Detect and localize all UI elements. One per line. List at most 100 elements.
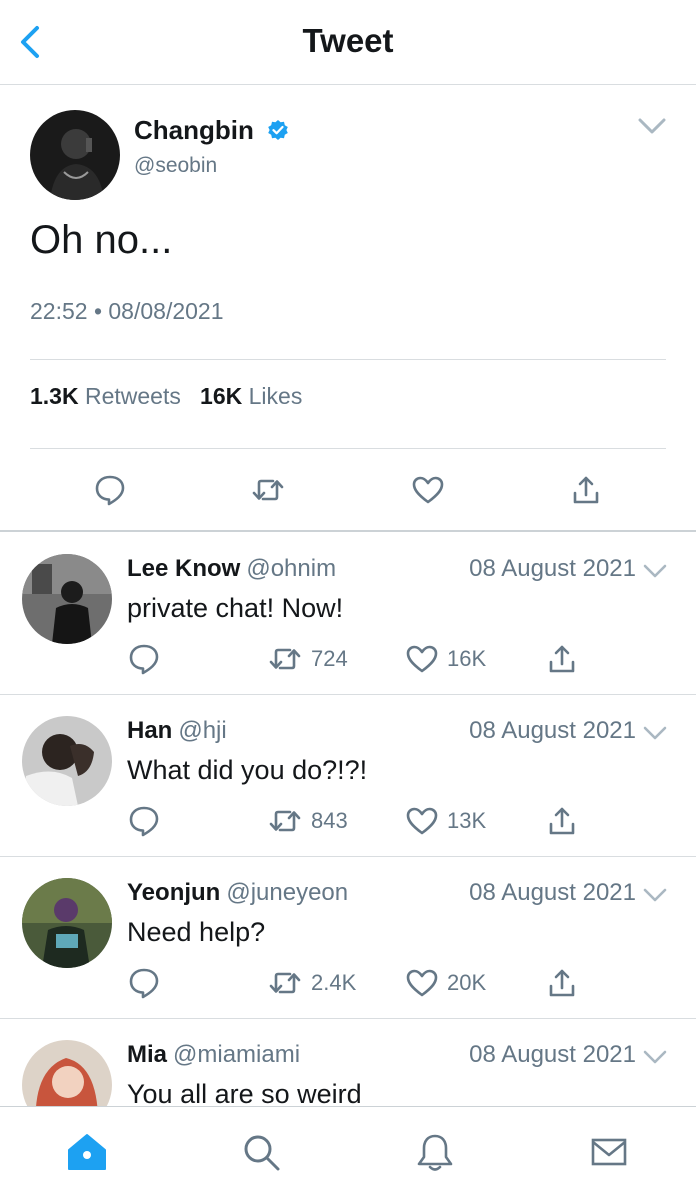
- like-count: 13K: [447, 808, 487, 833]
- tab-notifications[interactable]: [410, 1127, 460, 1177]
- reply-author-name[interactable]: Han: [127, 717, 172, 744]
- like-button[interactable]: 16K: [405, 639, 486, 679]
- tab-home[interactable]: [62, 1127, 112, 1177]
- reply-header: Yeonjun @juneyeon: [127, 879, 348, 907]
- heart-icon: [406, 807, 438, 835]
- heart-icon: [406, 969, 438, 997]
- tweet-options-button[interactable]: [636, 112, 668, 140]
- author-name-text[interactable]: Changbin: [134, 115, 254, 145]
- top-bar: Tweet: [0, 0, 696, 85]
- chevron-down-icon: [643, 564, 667, 578]
- retweet-button[interactable]: [248, 470, 288, 510]
- reply-date: 08 August 2021: [469, 717, 636, 744]
- heart-icon: [406, 645, 438, 673]
- tweet-stats: 1.3K Retweets 16K Likes: [30, 383, 302, 410]
- retweet-button[interactable]: 843: [267, 801, 348, 841]
- tab-search[interactable]: [236, 1127, 286, 1177]
- mail-icon: [591, 1138, 627, 1166]
- back-chevron-icon: [21, 26, 39, 58]
- reply-header: Lee Know @ohnim: [127, 555, 336, 583]
- reply-actions: 2.4K 20K: [127, 963, 607, 1003]
- reply-avatar[interactable]: [22, 716, 112, 806]
- like-count: 16K: [447, 646, 487, 671]
- like-button[interactable]: 13K: [405, 801, 486, 841]
- reply-button[interactable]: [127, 963, 169, 1003]
- tab-messages[interactable]: [584, 1127, 634, 1177]
- retweet-icon: [269, 648, 301, 670]
- verified-badge-icon: [268, 120, 288, 140]
- author-avatar[interactable]: [30, 110, 120, 200]
- reply-icon: [95, 475, 125, 506]
- like-count: 20K: [447, 970, 487, 995]
- reply-item[interactable]: Han @hji 08 August 2021 What did you do?!…: [0, 694, 696, 857]
- bell-icon: [417, 1134, 453, 1171]
- back-button[interactable]: [10, 20, 50, 64]
- reply-avatar[interactable]: [22, 554, 112, 644]
- retweet-icon: [269, 972, 301, 994]
- share-button[interactable]: [566, 470, 606, 510]
- reply-author-name[interactable]: Yeonjun: [127, 879, 220, 906]
- reply-header: Han @hji: [127, 717, 227, 745]
- search-icon: [244, 1135, 280, 1171]
- page-title: Tweet: [302, 22, 394, 59]
- retweet-icon: [269, 810, 301, 832]
- chevron-down-icon: [638, 118, 666, 134]
- share-button[interactable]: [545, 963, 587, 1003]
- reply-icon: [129, 644, 159, 675]
- share-icon: [549, 645, 575, 673]
- home-icon: [68, 1134, 106, 1170]
- retweets-label: Retweets: [84, 383, 181, 409]
- reply-options-button[interactable]: [642, 884, 668, 906]
- retweets-count: 1.3K: [30, 383, 79, 409]
- reply-item[interactable]: Yeonjun @juneyeon 08 August 2021 Need hel…: [0, 856, 696, 1019]
- likes-count: 16K: [200, 383, 243, 409]
- share-button[interactable]: [545, 639, 587, 679]
- likes-label: Likes: [248, 383, 303, 409]
- reply-author-handle[interactable]: @miamiami: [173, 1041, 300, 1068]
- reply-author-handle[interactable]: @juneyeon: [226, 879, 348, 906]
- share-icon: [549, 969, 575, 997]
- reply-avatar[interactable]: [22, 878, 112, 968]
- like-button[interactable]: [408, 470, 448, 510]
- reply-author-name[interactable]: Mia: [127, 1041, 167, 1068]
- reply-actions: 843 13K: [127, 801, 607, 841]
- reply-item[interactable]: Lee Know @ohnim 08 August 2021 private ch…: [0, 532, 696, 695]
- tweet-text: Oh no...: [30, 218, 173, 262]
- divider: [30, 359, 666, 360]
- retweet-count: 2.4K: [311, 970, 357, 995]
- likes-stat[interactable]: 16K Likes: [200, 383, 302, 409]
- retweet-button[interactable]: 2.4K: [267, 963, 356, 1003]
- share-button[interactable]: [545, 801, 587, 841]
- retweet-icon: [252, 479, 284, 501]
- reply-actions: 724 16K: [127, 639, 607, 679]
- reply-author-name[interactable]: Lee Know: [127, 555, 240, 582]
- chevron-down-icon: [643, 726, 667, 740]
- divider: [30, 448, 666, 449]
- tweet-timestamp: 22:52 • 08/08/2021: [30, 298, 224, 324]
- chevron-down-icon: [643, 1050, 667, 1064]
- reply-button[interactable]: [90, 470, 130, 510]
- reply-text: private chat! Now!: [127, 593, 344, 623]
- reply-author-handle[interactable]: @ohnim: [246, 555, 336, 582]
- reply-date: 08 August 2021: [469, 1041, 636, 1068]
- reply-button[interactable]: [127, 801, 169, 841]
- bottom-tab-bar: [0, 1106, 696, 1201]
- retweets-stat[interactable]: 1.3K Retweets: [30, 383, 181, 409]
- share-icon: [573, 476, 599, 504]
- reply-options-button[interactable]: [642, 560, 668, 582]
- reply-date: 08 August 2021: [469, 555, 636, 582]
- reply-author-handle[interactable]: @hji: [178, 717, 226, 744]
- author-handle[interactable]: @seobin: [134, 154, 217, 178]
- reply-text: What did you do?!?!: [127, 755, 368, 785]
- reply-options-button[interactable]: [642, 1046, 668, 1068]
- reply-icon: [129, 806, 159, 837]
- retweet-button[interactable]: 724: [267, 639, 348, 679]
- retweet-count: 843: [311, 808, 348, 833]
- reply-options-button[interactable]: [642, 722, 668, 744]
- reply-text: Need help?: [127, 917, 266, 947]
- author-name[interactable]: Changbin: [134, 115, 289, 146]
- like-button[interactable]: 20K: [405, 963, 486, 1003]
- chevron-down-icon: [643, 888, 667, 902]
- reply-header: Mia @miamiami: [127, 1041, 300, 1069]
- reply-button[interactable]: [127, 639, 169, 679]
